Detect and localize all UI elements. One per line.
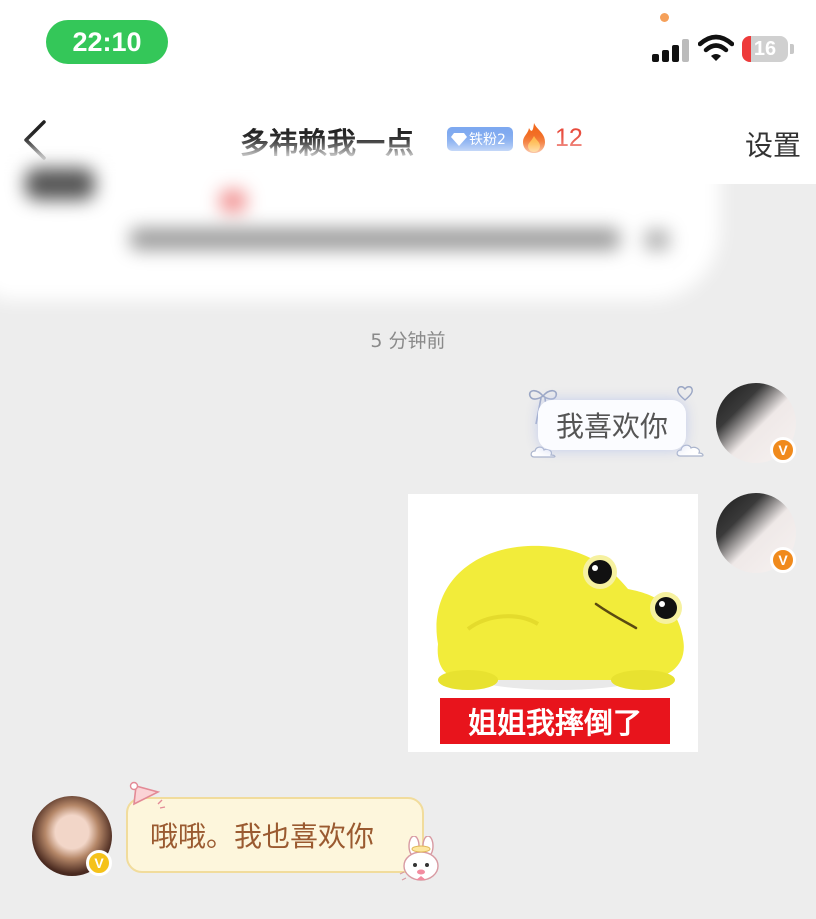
battery-icon: 16 [742,36,788,62]
cellular-signal-icon [652,38,690,62]
sticker-image[interactable]: 姐姐我摔倒了 [408,494,698,752]
settings-button[interactable]: 设置 [745,124,801,164]
battery-cap [790,44,794,54]
battery-level-text: 16 [753,38,777,60]
vip-badge: V [770,547,796,573]
blurred-badge [220,190,246,212]
blurred-icon [645,230,669,250]
fan-level-badge: 铁粉2 [447,127,513,151]
status-bar: 22:10 16 [0,0,816,90]
status-time: 22:10 [46,20,168,64]
received-message-bubble[interactable]: 哦哦。我也喜欢你 [126,797,424,873]
party-hat-icon [129,781,166,809]
sticker-caption: 姐姐我摔倒了 [440,698,670,744]
fan-level-label: 铁粉2 [469,132,506,148]
blurred-text [130,228,620,250]
streak-count: 12 [555,124,583,152]
vip-badge: V [770,437,796,463]
message-timestamp: 5 分钟前 [370,330,446,352]
blurred-previous-message [0,150,720,300]
vip-badge: V [86,850,112,876]
wifi-icon [698,34,734,61]
bunny-icon [399,836,439,881]
sent-message-bubble[interactable]: 我喜欢你 [538,400,686,450]
privacy-indicator-dot [660,13,669,22]
blurred-avatar [25,168,95,200]
heart-icon [677,386,693,401]
diamond-icon [451,133,467,146]
